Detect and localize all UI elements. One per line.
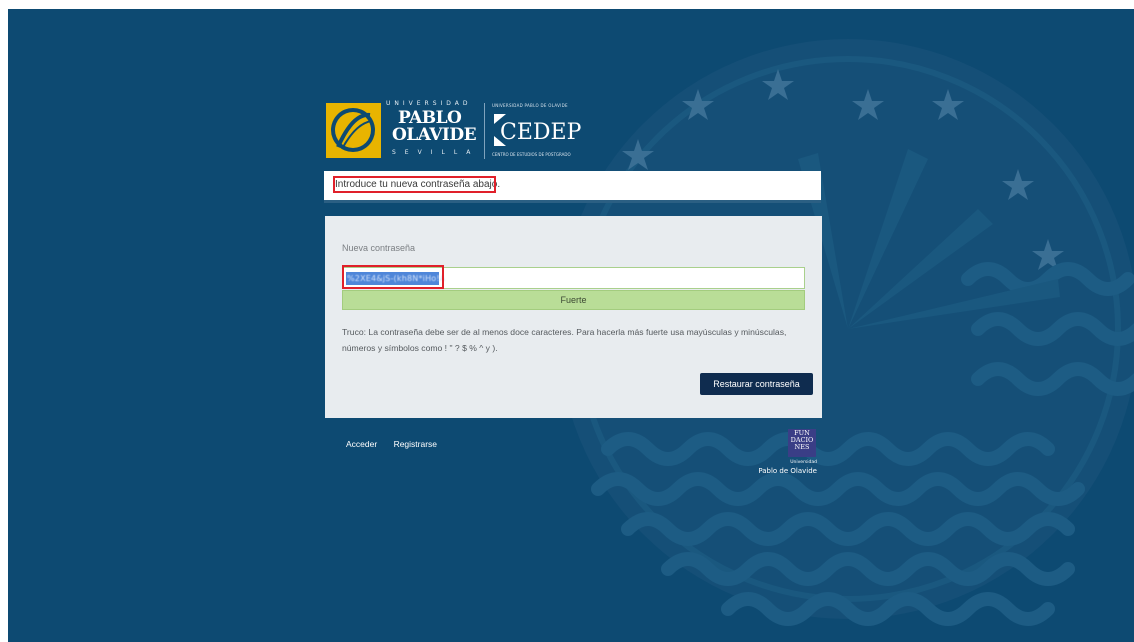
footer-links: Acceder Registrarse bbox=[346, 439, 451, 449]
cedep-name: CEDEP bbox=[500, 120, 582, 145]
reset-password-panel: Nueva contraseña %2XE4&jS-(kh8N*iHo!A Fu… bbox=[325, 216, 822, 418]
fundaciones-mark: FUN DACIO NES bbox=[788, 429, 816, 457]
logo-divider bbox=[484, 103, 485, 159]
upo-logo: UNIVERSIDAD PABLO OLAVIDE SEVILLA bbox=[326, 100, 480, 160]
cedep-university-label: UNIVERSIDAD PABLO DE OLAVIDE bbox=[492, 103, 568, 108]
annotation-highlight-message bbox=[333, 176, 496, 193]
cedep-subtitle: CENTRO DE ESTUDIOS DE POSTGRADO bbox=[492, 152, 571, 157]
logo-header: UNIVERSIDAD PABLO OLAVIDE SEVILLA UNIVER… bbox=[326, 100, 586, 160]
upo-city-label: SEVILLA bbox=[392, 149, 480, 156]
upo-name-line2: OLAVIDE bbox=[392, 125, 477, 145]
message-bar: Introduce tu nueva contraseña abajo. bbox=[324, 171, 821, 203]
cedep-logo: CEDEP bbox=[494, 114, 582, 146]
upo-emblem-icon bbox=[326, 103, 381, 158]
reset-password-button[interactable]: Restaurar contraseña bbox=[700, 373, 813, 395]
new-password-label: Nueva contraseña bbox=[342, 243, 416, 253]
fundaciones-university-label: Universidad bbox=[790, 460, 817, 465]
upo-university-label: UNIVERSIDAD bbox=[386, 100, 472, 107]
page-background: UNIVERSIDAD PABLO OLAVIDE SEVILLA UNIVER… bbox=[8, 9, 1134, 642]
password-hint: Truco: La contraseña debe ser de al meno… bbox=[342, 327, 787, 353]
password-strength-indicator: Fuerte bbox=[342, 290, 805, 310]
login-link[interactable]: Acceder bbox=[346, 439, 377, 449]
fundaciones-name-label: Pablo de Olavide bbox=[758, 467, 817, 475]
register-link[interactable]: Registrarse bbox=[394, 439, 437, 449]
fundaciones-logo: FUN DACIO NES Universidad Pablo de Olavi… bbox=[758, 429, 820, 485]
annotation-highlight-password bbox=[342, 265, 444, 289]
